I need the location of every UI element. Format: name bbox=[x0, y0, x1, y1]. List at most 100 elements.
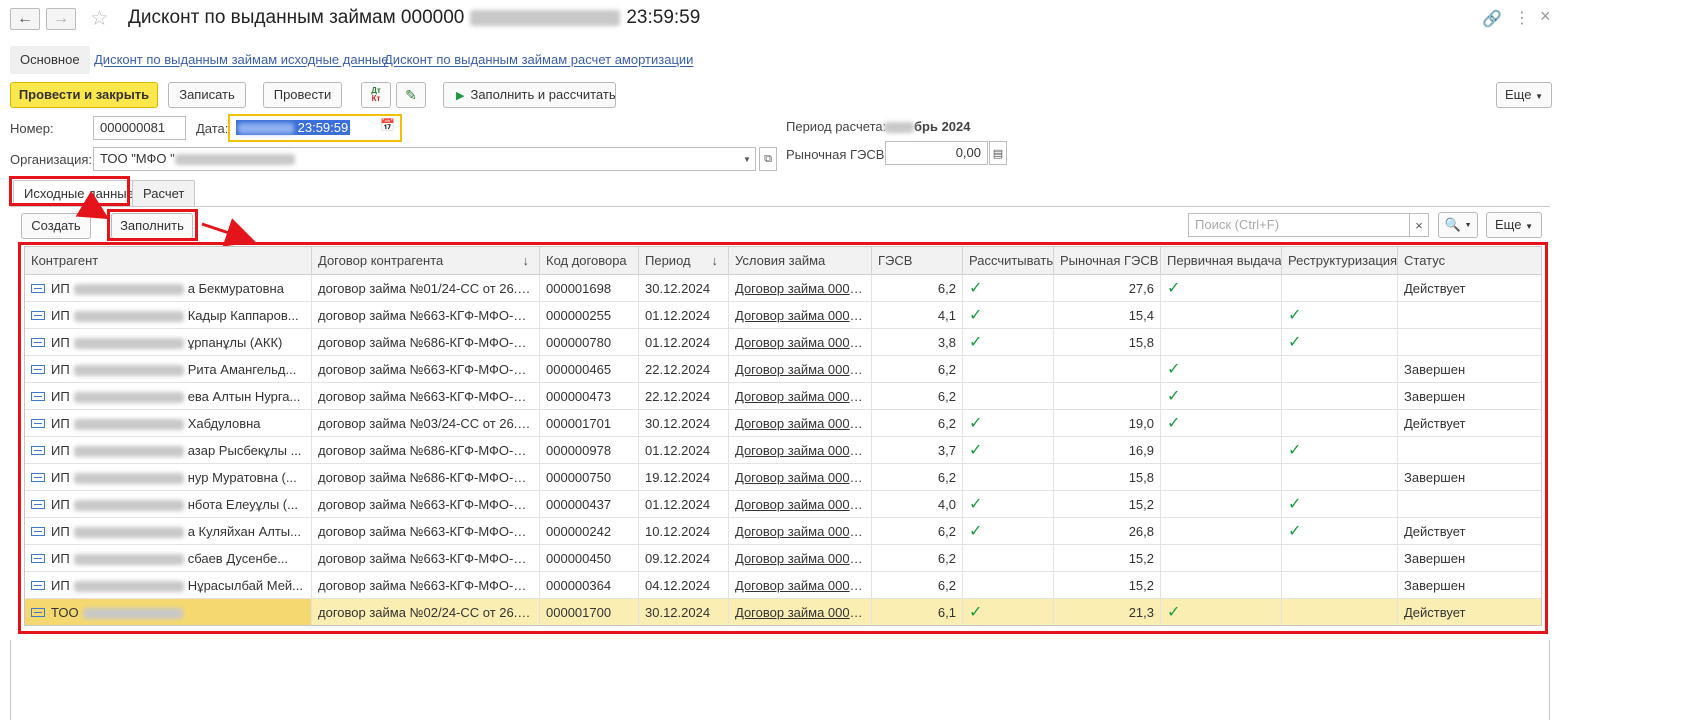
cell-terms-link[interactable]: Договор займа 0000... bbox=[729, 518, 872, 545]
column-header[interactable]: Реструктуризация bbox=[1282, 247, 1398, 275]
cell-counterparty: ИП Кадыр Каппаров... bbox=[25, 302, 312, 329]
catalog-item-icon bbox=[31, 554, 45, 564]
cell-restr-check bbox=[1282, 545, 1398, 572]
check-icon: ✓ bbox=[969, 604, 983, 621]
cell-contract: договор займа №663-КГФ-МФО-ДК... bbox=[312, 356, 540, 383]
cell-market: 15,4 bbox=[1054, 302, 1161, 329]
check-icon: ✓ bbox=[1288, 496, 1302, 513]
cell-status: Действует bbox=[1398, 518, 1541, 545]
cell-gesv: 3,7 bbox=[872, 437, 963, 464]
cell-status: Действует bbox=[1398, 599, 1541, 625]
cell-gesv: 4,1 bbox=[872, 302, 963, 329]
catalog-item-icon bbox=[31, 311, 45, 321]
cell-code: 000001698 bbox=[540, 275, 639, 302]
table-row[interactable]: ИП азар Рысбекұлы ... договор займа №686-К… bbox=[25, 437, 1541, 464]
cell-terms-link[interactable]: Договор займа 0000... bbox=[729, 383, 872, 410]
cell-terms-link[interactable]: Договор займа 0000... bbox=[729, 329, 872, 356]
cell-period: 30.12.2024 bbox=[639, 410, 729, 437]
column-header[interactable]: Статус bbox=[1398, 247, 1541, 275]
check-icon: ✓ bbox=[1167, 280, 1181, 297]
table-row[interactable]: ИП нур Муратовна (... договор займа №686-К… bbox=[25, 464, 1541, 491]
cell-gesv: 6,2 bbox=[872, 356, 963, 383]
cell-primary-check bbox=[1161, 464, 1282, 491]
table-row[interactable]: ИП нбота Елеуұлы (... договор займа №663-К… bbox=[25, 491, 1541, 518]
column-header[interactable]: Рассчитывать bbox=[963, 247, 1054, 275]
sort-down-icon[interactable]: ↓ bbox=[712, 247, 719, 275]
cell-period: 09.12.2024 bbox=[639, 545, 729, 572]
cell-contract: договор займа №686-КГФ-МФО-ДК... bbox=[312, 464, 540, 491]
cell-counterparty: ИП азар Рысбекұлы ... bbox=[25, 437, 312, 464]
cell-contract: договор займа №663-КГФ-МФО-ДК... bbox=[312, 572, 540, 599]
check-icon: ✓ bbox=[969, 523, 983, 540]
table-row[interactable]: ИП ева Алтын Нурга... договор займа №663-К… bbox=[25, 383, 1541, 410]
cell-gesv: 4,0 bbox=[872, 491, 963, 518]
cell-primary-check bbox=[1161, 572, 1282, 599]
check-icon: ✓ bbox=[1288, 334, 1302, 351]
column-header[interactable]: Контрагент bbox=[25, 247, 312, 275]
table-row[interactable]: ИП Хабдуловна договор займа №03/24-СС от 2… bbox=[25, 410, 1541, 437]
cell-terms-link[interactable]: Договор займа 0000... bbox=[729, 491, 872, 518]
cell-counterparty: ИП нур Муратовна (... bbox=[25, 464, 312, 491]
cell-primary-check bbox=[1161, 545, 1282, 572]
cell-contract: договор займа №03/24-СС от 26.12.... bbox=[312, 410, 540, 437]
cell-status: Завершен bbox=[1398, 356, 1541, 383]
table-row[interactable]: ИП Рита Амангельд... договор займа №663-КГ… bbox=[25, 356, 1541, 383]
cell-terms-link[interactable]: Договор займа 0000... bbox=[729, 437, 872, 464]
cell-terms-link[interactable]: Договор займа 0000... bbox=[729, 599, 872, 625]
sort-down-icon[interactable]: ↓ bbox=[523, 247, 530, 275]
table-row[interactable]: ИП Нұрасылбай Мей... договор займа №663-КГ… bbox=[25, 572, 1541, 599]
cell-calc-check: ✓ bbox=[963, 599, 1054, 625]
cell-status bbox=[1398, 491, 1541, 518]
check-icon: ✓ bbox=[969, 415, 983, 432]
column-header[interactable]: Договор контрагента ↓ bbox=[312, 247, 540, 275]
column-header[interactable]: Код договора bbox=[540, 247, 639, 275]
cell-status bbox=[1398, 329, 1541, 356]
cell-terms-link[interactable]: Договор займа 0000... bbox=[729, 302, 872, 329]
table-row[interactable]: ИП а Бекмуратовна договор займа №01/24-СС … bbox=[25, 275, 1541, 302]
cell-calc-check bbox=[963, 356, 1054, 383]
column-header[interactable]: Период ↓ bbox=[639, 247, 729, 275]
cell-terms-link[interactable]: Договор займа 0000... bbox=[729, 356, 872, 383]
table-row[interactable]: ИП а Куляйхан Алты... договор займа №663-К… bbox=[25, 518, 1541, 545]
cell-period: 10.12.2024 bbox=[639, 518, 729, 545]
cell-gesv: 6,2 bbox=[872, 410, 963, 437]
column-header[interactable]: ГЭСВ bbox=[872, 247, 963, 275]
cell-primary-check bbox=[1161, 491, 1282, 518]
cell-contract: договор займа №686-КГФ-МФО-ДК... bbox=[312, 329, 540, 356]
cell-terms-link[interactable]: Договор займа 0000... bbox=[729, 464, 872, 491]
cell-status bbox=[1398, 437, 1541, 464]
cell-market: 26,8 bbox=[1054, 518, 1161, 545]
cell-market bbox=[1054, 383, 1161, 410]
data-table: Контрагент Договор контрагента ↓ Код догово… bbox=[24, 246, 1542, 626]
cell-terms-link[interactable]: Договор займа 0000... bbox=[729, 410, 872, 437]
table-row[interactable]: ИП Кадыр Каппаров... договор займа №663-КГ… bbox=[25, 302, 1541, 329]
table-row[interactable]: ИП ұрпанұлы (АКК) договор займа №686-КГФ-М… bbox=[25, 329, 1541, 356]
cell-period: 22.12.2024 bbox=[639, 383, 729, 410]
cell-contract: договор займа №663-КГФ-МФО-ДК... bbox=[312, 383, 540, 410]
cell-counterparty: ИП Нұрасылбай Мей... bbox=[25, 572, 312, 599]
cell-restr-check: ✓ bbox=[1282, 437, 1398, 464]
column-header[interactable]: Первичная выдача bbox=[1161, 247, 1282, 275]
cell-terms-link[interactable]: Договор займа 0000... bbox=[729, 275, 872, 302]
cell-calc-check: ✓ bbox=[963, 491, 1054, 518]
column-header[interactable]: Рыночная ГЭСВ bbox=[1054, 247, 1161, 275]
cell-restr-check bbox=[1282, 356, 1398, 383]
cell-gesv: 6,2 bbox=[872, 572, 963, 599]
panel-bottom-area bbox=[10, 640, 1550, 720]
cell-counterparty: ИП ұрпанұлы (АКК) bbox=[25, 329, 312, 356]
cell-calc-check: ✓ bbox=[963, 518, 1054, 545]
cell-terms-link[interactable]: Договор займа 0000... bbox=[729, 572, 872, 599]
cell-primary-check bbox=[1161, 437, 1282, 464]
cell-market: 16,9 bbox=[1054, 437, 1161, 464]
cell-period: 01.12.2024 bbox=[639, 491, 729, 518]
cell-code: 000000255 bbox=[540, 302, 639, 329]
table-row[interactable]: ТОО договор займа №02/24-СС от 26.12.... 0… bbox=[25, 599, 1541, 625]
cell-terms-link[interactable]: Договор займа 0000... bbox=[729, 545, 872, 572]
cell-market: 19,0 bbox=[1054, 410, 1161, 437]
table-row[interactable]: ИП сбаев Дусенбе... договор займа №663-КГФ… bbox=[25, 545, 1541, 572]
catalog-item-icon bbox=[31, 473, 45, 483]
column-header[interactable]: Условия займа bbox=[729, 247, 872, 275]
cell-code: 000000437 bbox=[540, 491, 639, 518]
cell-status: Завершен bbox=[1398, 572, 1541, 599]
cell-primary-check: ✓ bbox=[1161, 410, 1282, 437]
